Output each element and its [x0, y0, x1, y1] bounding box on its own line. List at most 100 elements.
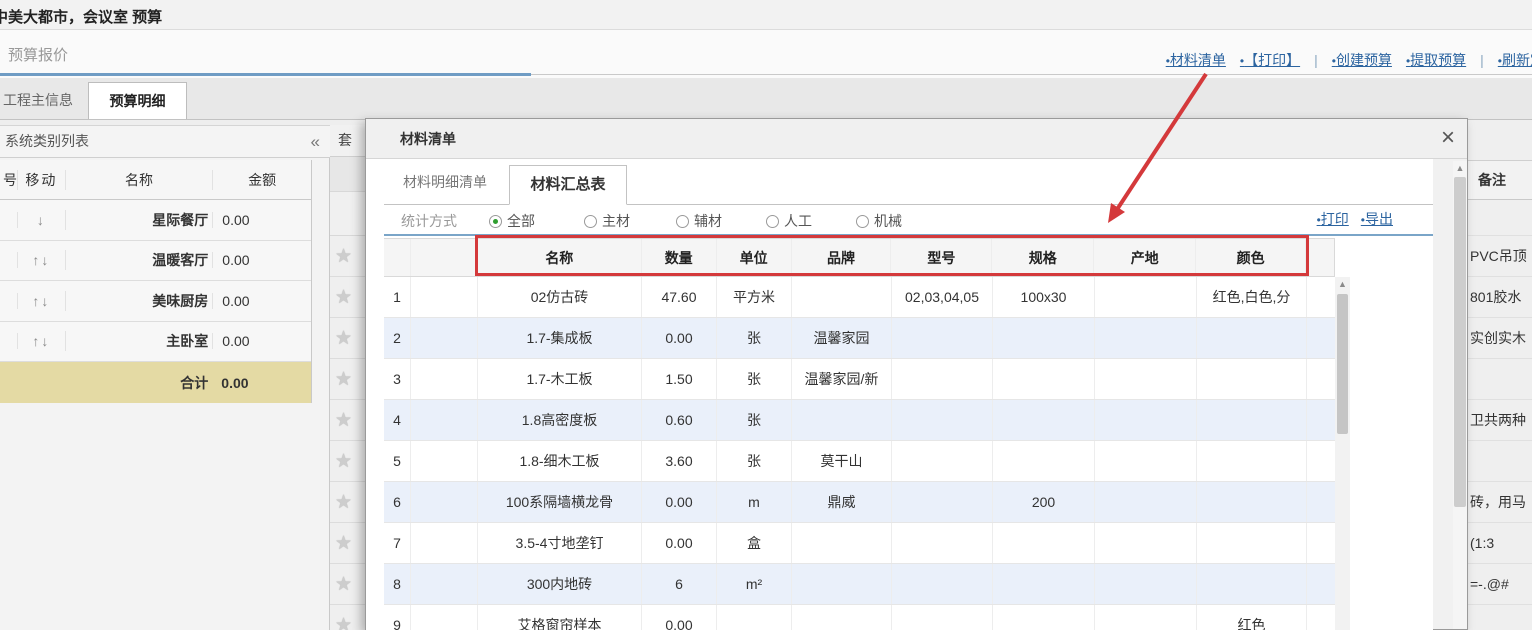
create-budget-link[interactable]: •创建预算 — [1332, 50, 1392, 70]
material-color — [1197, 482, 1307, 522]
material-row[interactable]: 4 1.8高密度板 0.60 张 — [384, 400, 1335, 441]
radio-labor[interactable]: 人工 — [766, 211, 812, 231]
material-row[interactable]: 5 1.8-细木工板 3.60 张 莫干山 — [384, 441, 1335, 482]
refresh-quota-link[interactable]: •刷新定额 — [1498, 50, 1532, 70]
material-row[interactable]: 3 1.7-木工板 1.50 张 温馨家园/新 — [384, 359, 1335, 400]
scrollbar-thumb[interactable] — [1337, 294, 1348, 434]
category-row[interactable]: ↑↓ 美味厨房 0.00 — [0, 281, 311, 322]
row-blank-cell — [411, 441, 478, 481]
category-total-row: 合计 0.00 — [0, 362, 311, 403]
material-row[interactable]: 9 艾格窗帘样本 0.00 红色 — [384, 605, 1335, 630]
modal-export-link[interactable]: •导出 — [1361, 209, 1393, 229]
material-row[interactable]: 2 1.7-集成板 0.00 张 温馨家园 — [384, 318, 1335, 359]
row-blank-cell — [411, 277, 478, 317]
favorite-star-icon[interactable]: ★ — [330, 286, 352, 309]
material-brand: 温馨家园 — [792, 318, 892, 358]
material-color — [1197, 564, 1307, 604]
tab-materials-detail[interactable]: 材料明细清单 — [384, 172, 506, 192]
scrollbar-thumb[interactable] — [1454, 177, 1466, 507]
material-spec — [993, 564, 1095, 604]
scroll-up-icon[interactable]: ▲ — [1453, 163, 1467, 173]
scroll-up-icon[interactable]: ▲ — [1335, 279, 1350, 289]
material-model — [892, 482, 993, 522]
material-row[interactable]: 1 02仿古砖 47.60 平方米 02,03,04,05 100x30 红色,… — [384, 277, 1335, 318]
material-unit: 张 — [717, 400, 792, 440]
move-arrows-icon[interactable]: ↑↓ — [17, 333, 65, 349]
favorite-star-icon[interactable]: ★ — [330, 573, 352, 596]
material-name: 1.7-集成板 — [478, 318, 642, 358]
material-row[interactable]: 8 300内地砖 6 m² — [384, 564, 1335, 605]
category-row[interactable]: ↑↓ 温暖客厅 0.00 — [0, 241, 311, 282]
row-blank-cell — [411, 605, 478, 630]
material-origin — [1095, 564, 1197, 604]
category-name: 温暖客厅 — [65, 250, 213, 270]
material-brand — [792, 400, 892, 440]
move-arrows-icon[interactable]: ↑↓ — [17, 293, 65, 309]
material-color — [1197, 400, 1307, 440]
material-model — [892, 605, 993, 630]
radio-machinery[interactable]: 机械 — [856, 211, 902, 231]
tab-budget-detail[interactable]: 预算明细 — [88, 82, 187, 120]
tab-materials-summary[interactable]: 材料汇总表 — [509, 165, 627, 205]
material-qty: 0.00 — [642, 605, 717, 630]
page-title: 中美大都市，会议室 预算 — [0, 6, 162, 27]
print-link[interactable]: •【打印】 — [1240, 50, 1300, 70]
link-separator: | — [1314, 52, 1318, 68]
material-row[interactable]: 7 3.5-4寸地垄钉 0.00 盒 — [384, 523, 1335, 564]
material-brand: 温馨家园/新 — [792, 359, 892, 399]
favorite-star-icon[interactable]: ★ — [330, 245, 352, 268]
row-blank-cell — [411, 318, 478, 358]
materials-list-link[interactable]: •材料清单 — [1166, 50, 1226, 70]
radio-icon — [856, 215, 869, 228]
material-spec — [993, 400, 1095, 440]
favorite-star-icon[interactable]: ★ — [330, 327, 352, 350]
material-unit: 盒 — [717, 523, 792, 563]
material-qty: 0.60 — [642, 400, 717, 440]
radio-all[interactable]: 全部 — [489, 211, 535, 231]
favorite-star-icon[interactable]: ★ — [330, 450, 352, 473]
row-blank-cell — [411, 564, 478, 604]
material-spec: 200 — [993, 482, 1095, 522]
modal-print-link[interactable]: •打印 — [1317, 209, 1349, 229]
row-index: 1 — [384, 277, 411, 317]
material-origin — [1095, 400, 1197, 440]
modal-scrollbar[interactable]: ▲ — [1453, 161, 1467, 629]
material-name: 1.8高密度板 — [478, 400, 642, 440]
material-unit: 张 — [717, 441, 792, 481]
category-amount: 0.00 — [212, 293, 311, 309]
move-arrows-icon[interactable]: ↑↓ — [17, 252, 65, 268]
radio-main-material[interactable]: 主材 — [584, 211, 630, 231]
remark-cell: 801胶水 — [1468, 277, 1532, 318]
material-row[interactable]: 6 100系隔墙横龙骨 0.00 m 鼎威 200 — [384, 482, 1335, 523]
remark-cell: PVC吊顶 — [1468, 236, 1532, 277]
budget-quote-label: 预算报价 — [8, 44, 68, 65]
favorite-star-icon[interactable]: ★ — [330, 409, 352, 432]
row-index: 4 — [384, 400, 411, 440]
extract-budget-link[interactable]: •提取预算 — [1406, 50, 1466, 70]
category-amount: 0.00 — [212, 212, 311, 228]
table-scrollbar[interactable]: ▲ — [1335, 277, 1350, 630]
modal-title: 材料清单 — [400, 129, 456, 149]
collapse-panel-icon[interactable]: « — [311, 126, 320, 157]
col-unit: 单位 — [717, 239, 792, 276]
material-color — [1197, 359, 1307, 399]
favorite-star-icon[interactable]: ★ — [330, 614, 352, 630]
material-brand: 鼎威 — [792, 482, 892, 522]
category-name: 美味厨房 — [65, 291, 213, 311]
favorite-star-icon[interactable]: ★ — [330, 532, 352, 555]
radio-aux-material[interactable]: 辅材 — [676, 211, 722, 231]
close-icon[interactable]: × — [1441, 123, 1455, 153]
material-name: 02仿古砖 — [478, 277, 642, 317]
category-table-header: 号 移动 名称 金额 — [0, 160, 311, 200]
tab-project-main-info[interactable]: 工程主信息 — [0, 90, 88, 110]
category-row[interactable]: ↑↓ 主卧室 0.00 — [0, 322, 311, 363]
favorite-star-icon[interactable]: ★ — [330, 491, 352, 514]
favorite-star-icon[interactable]: ★ — [330, 368, 352, 391]
material-name: 100系隔墙横龙骨 — [478, 482, 642, 522]
col-quantity: 数量 — [642, 239, 717, 276]
category-row[interactable]: ↓ 星际餐厅 0.00 — [0, 200, 311, 241]
move-arrows-icon[interactable]: ↓ — [17, 212, 65, 228]
row-blank-cell — [411, 482, 478, 522]
col-origin: 产地 — [1094, 239, 1196, 276]
material-unit: m² — [717, 564, 792, 604]
